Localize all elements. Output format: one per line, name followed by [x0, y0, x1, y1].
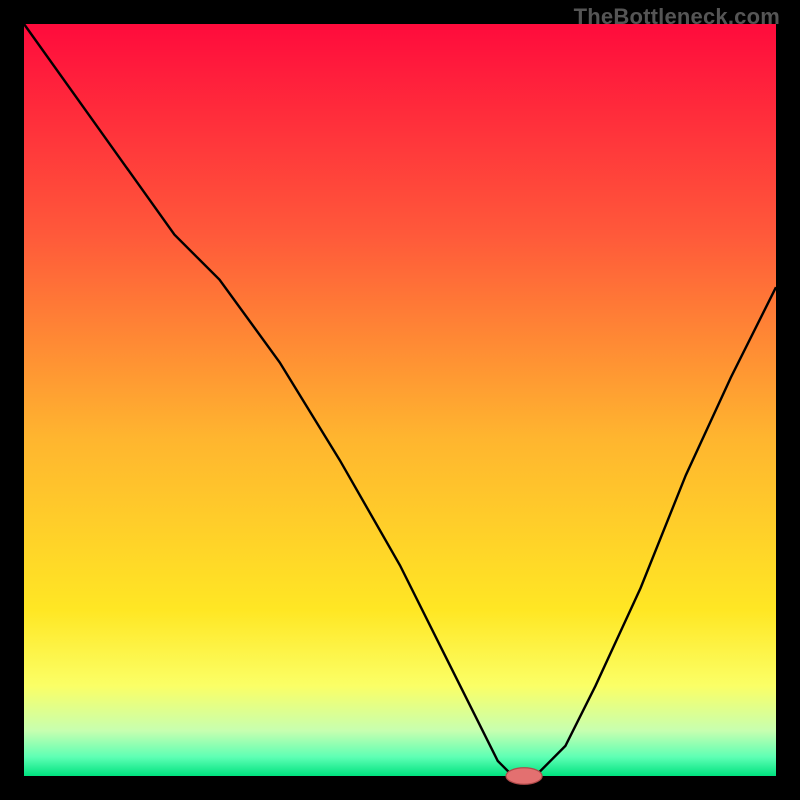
- optimal-marker: [506, 768, 542, 785]
- plot-area: [24, 24, 776, 776]
- chart-svg: [0, 0, 800, 800]
- watermark-text: TheBottleneck.com: [574, 4, 780, 30]
- chart-container: { "watermark": "TheBottleneck.com", "col…: [0, 0, 800, 800]
